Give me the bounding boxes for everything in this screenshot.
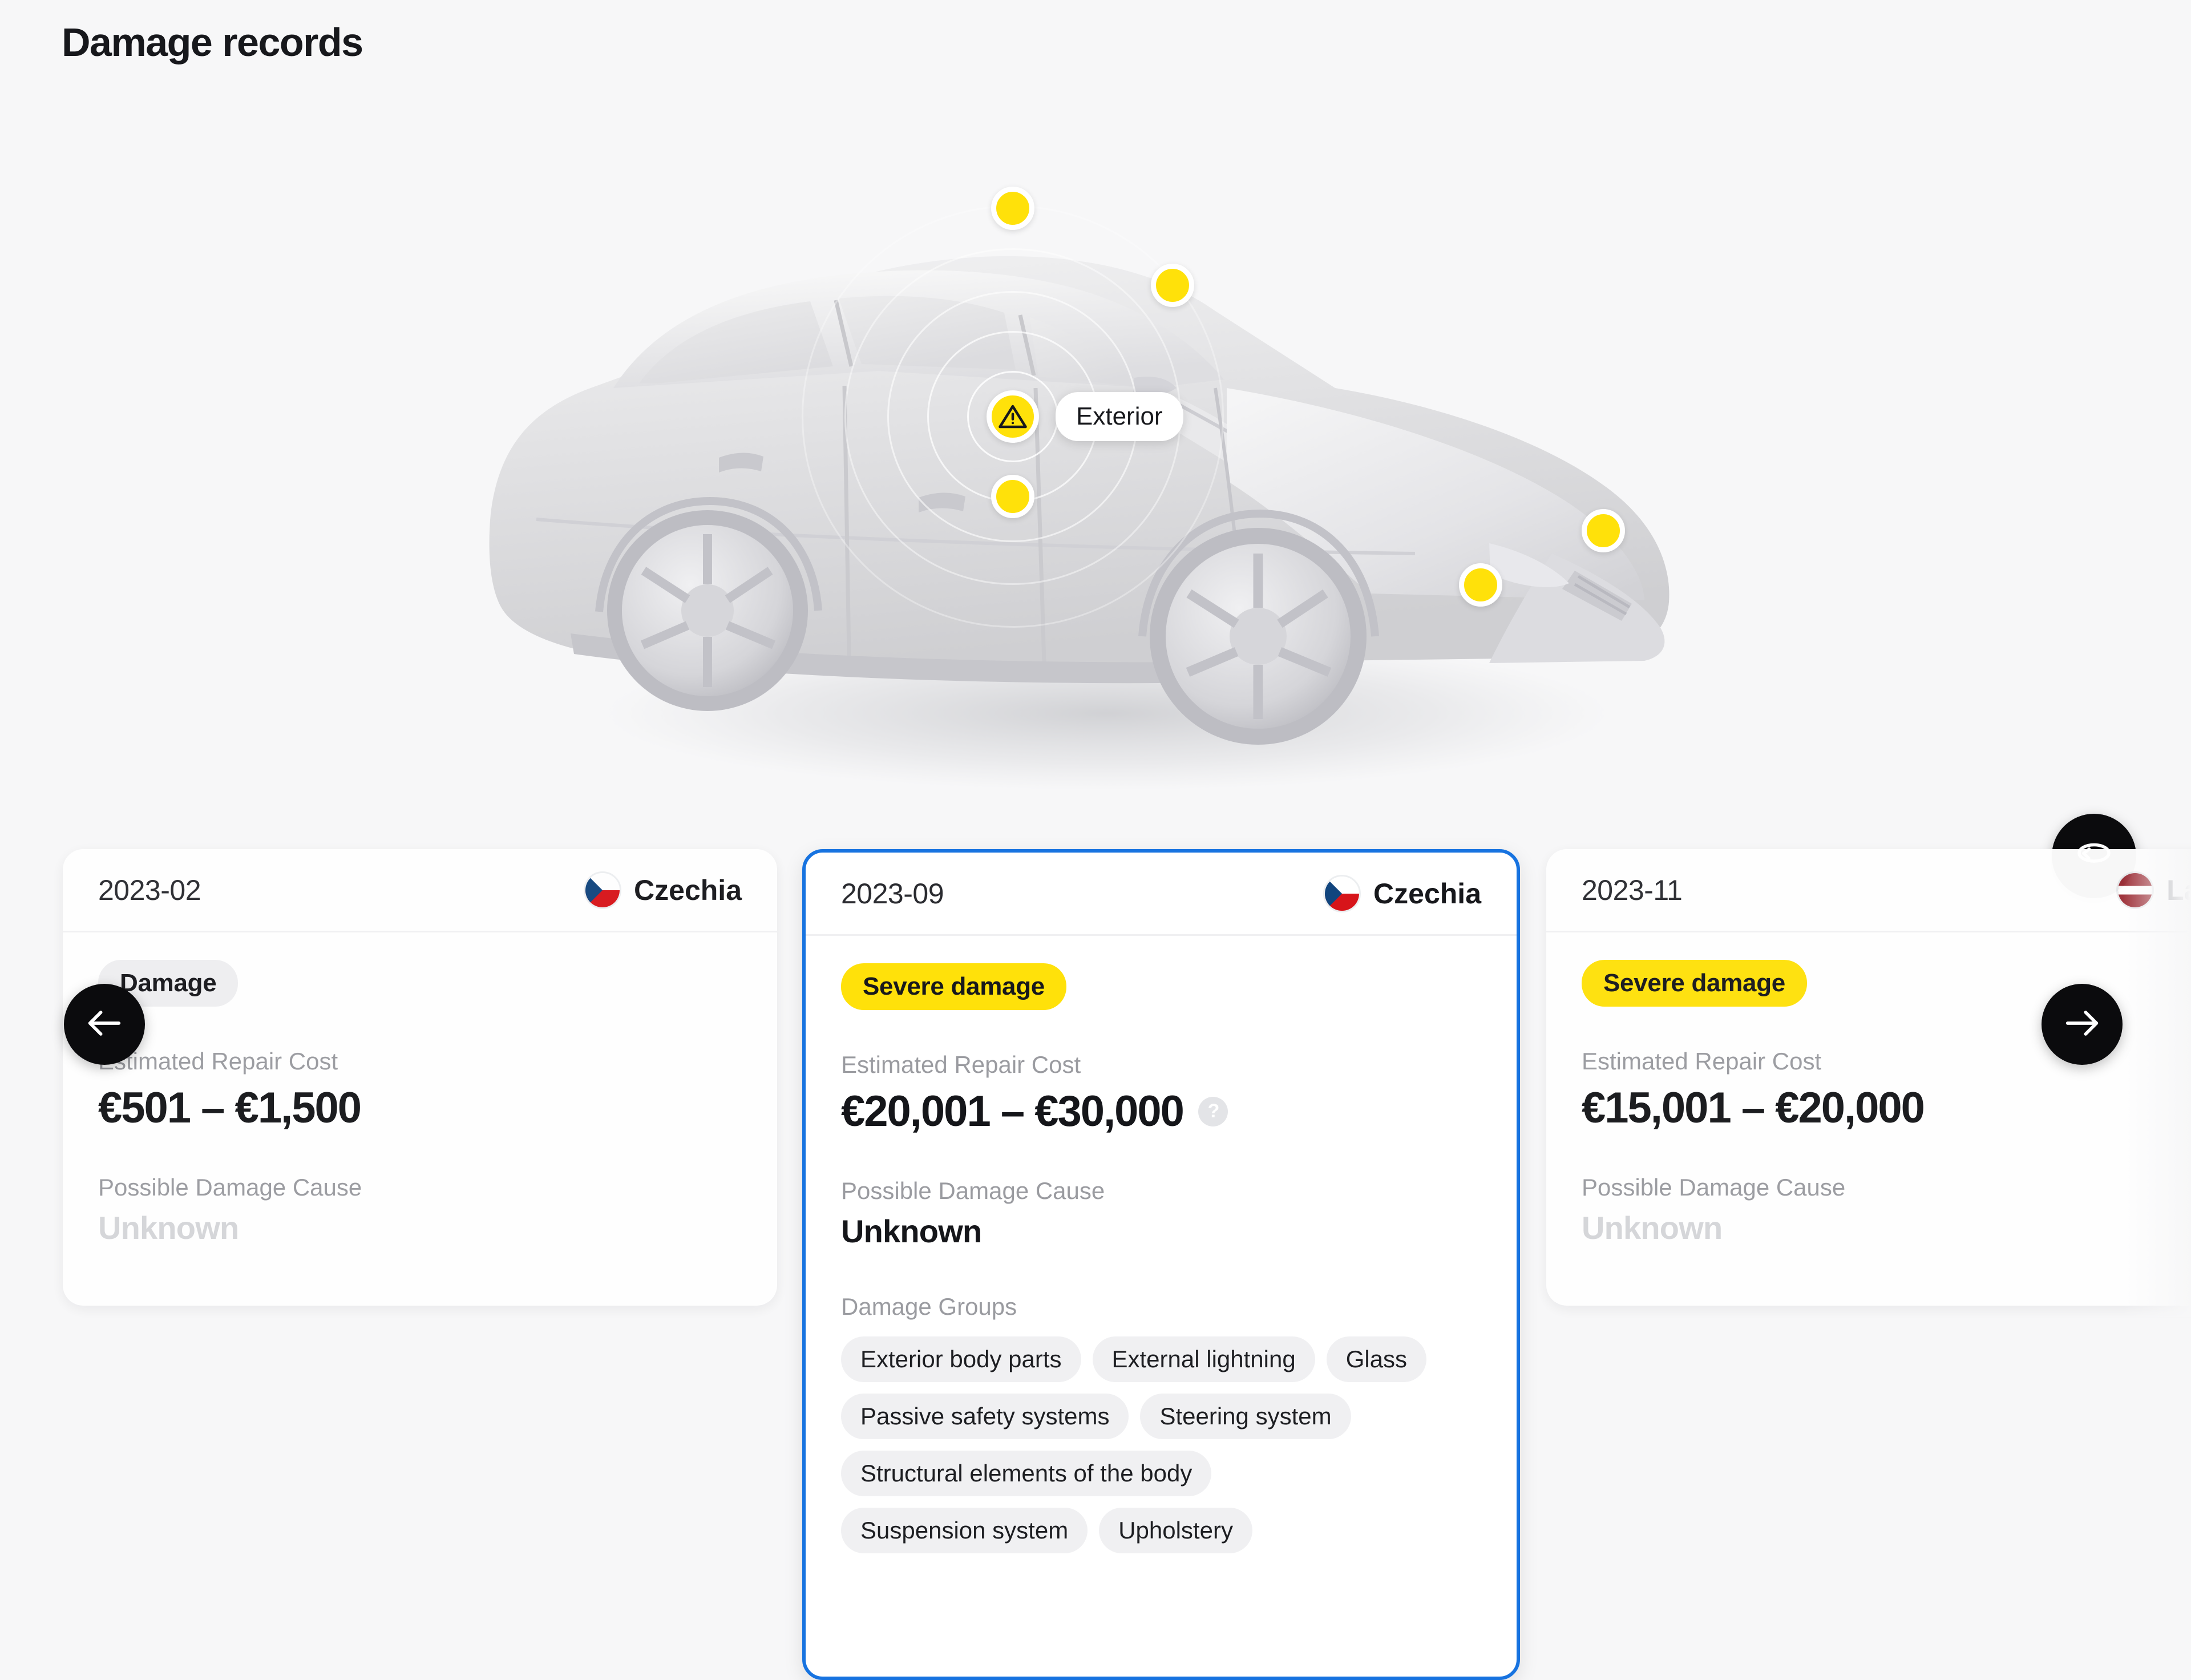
damage-cause-value: Unknown — [1582, 1210, 1723, 1246]
repair-cost-value: €20,001 – €30,000 — [841, 1087, 1185, 1136]
warning-triangle-icon — [997, 401, 1028, 432]
damage-record-card[interactable]: 2023-02 Czechia Damage Estimated Repair … — [63, 849, 777, 1306]
card-body: Severe damage Estimated Repair Cost €15,… — [1546, 932, 2191, 1246]
country-label: Latv — [2166, 874, 2191, 906]
damage-group-chip[interactable]: External lightning — [1092, 1336, 1315, 1382]
damage-cause-label: Possible Damage Cause — [1582, 1174, 1846, 1201]
page-title: Damage records — [62, 20, 363, 64]
damage-hotspot-exterior-active[interactable] — [987, 390, 1039, 443]
damage-group-chip[interactable]: Steering system — [1140, 1394, 1351, 1439]
flag-czechia-icon — [584, 871, 622, 909]
damage-records-carousel[interactable]: 2023-02 Czechia Damage Estimated Repair … — [0, 849, 2191, 1680]
repair-cost-value: €501 – €1,500 — [98, 1084, 362, 1132]
country-label: Czechia — [1373, 877, 1481, 910]
country-label: Czechia — [634, 874, 742, 906]
record-date: 2023-11 — [1582, 874, 1683, 906]
damage-record-card[interactable]: 2023-11 Latv Severe damage Estimated Rep… — [1546, 849, 2191, 1306]
help-icon[interactable]: ? — [1198, 1096, 1228, 1126]
record-date: 2023-09 — [841, 877, 944, 910]
hotspot-tooltip: Exterior — [1056, 392, 1183, 441]
damage-hotspot-windshield[interactable] — [1151, 264, 1194, 307]
repair-cost-value: €15,001 – €20,000 — [1582, 1084, 1925, 1132]
damage-group-chip[interactable]: Passive safety systems — [841, 1394, 1129, 1439]
flag-czechia-icon — [1323, 874, 1361, 912]
damage-record-card-selected[interactable]: 2023-09 Czechia Severe damage Estimated … — [802, 849, 1520, 1680]
status-badge: Severe damage — [1582, 960, 1807, 1007]
status-badge: Severe damage — [841, 963, 1066, 1010]
damage-groups-label: Damage Groups — [841, 1293, 1017, 1320]
repair-cost-label: Estimated Repair Cost — [841, 1051, 1081, 1078]
damage-cause-label: Possible Damage Cause — [841, 1177, 1105, 1204]
flag-latvia-icon — [2116, 871, 2154, 909]
damage-hotspot-lower-door[interactable] — [991, 475, 1034, 518]
damage-group-chip[interactable]: Exterior body parts — [841, 1336, 1081, 1382]
damage-hotspot-roof[interactable] — [991, 187, 1034, 230]
card-body: Severe damage Estimated Repair Cost €20,… — [806, 936, 1517, 1553]
repair-cost-label: Estimated Repair Cost — [98, 1048, 338, 1075]
card-body: Damage Estimated Repair Cost €501 – €1,5… — [63, 932, 777, 1246]
card-header: 2023-11 Latv — [1546, 849, 2191, 932]
damage-cause-label: Possible Damage Cause — [98, 1174, 362, 1201]
carousel-next-button[interactable] — [2042, 984, 2123, 1065]
repair-cost-row: €20,001 – €30,000 ? — [841, 1087, 1481, 1136]
arrow-right-icon — [2060, 1001, 2104, 1048]
damage-group-chip[interactable]: Structural elements of the body — [841, 1451, 1212, 1496]
arrow-left-icon — [83, 1001, 126, 1048]
card-header: 2023-02 Czechia — [63, 849, 777, 932]
damage-cause-value: Unknown — [98, 1210, 239, 1246]
damage-hotspot-front-bumper[interactable] — [1459, 563, 1502, 607]
record-country: Czechia — [1323, 874, 1481, 912]
card-header: 2023-09 Czechia — [806, 853, 1517, 936]
car-damage-viewer[interactable]: Exterior — [0, 97, 2191, 898]
damage-cause-value: Unknown — [841, 1213, 982, 1249]
record-date: 2023-02 — [98, 874, 201, 906]
damage-group-chip[interactable]: Suspension system — [841, 1508, 1088, 1553]
damage-group-chip[interactable]: Upholstery — [1099, 1508, 1252, 1553]
damage-hotspot-front-right[interactable] — [1582, 509, 1625, 552]
car-3d-render — [468, 120, 1769, 839]
carousel-prev-button[interactable] — [64, 984, 145, 1065]
record-country: Czechia — [584, 871, 742, 909]
damage-group-chip[interactable]: Glass — [1326, 1336, 1427, 1382]
record-country: Latv — [2116, 871, 2191, 909]
damage-groups-list: Exterior body parts External lightning G… — [841, 1336, 1457, 1553]
